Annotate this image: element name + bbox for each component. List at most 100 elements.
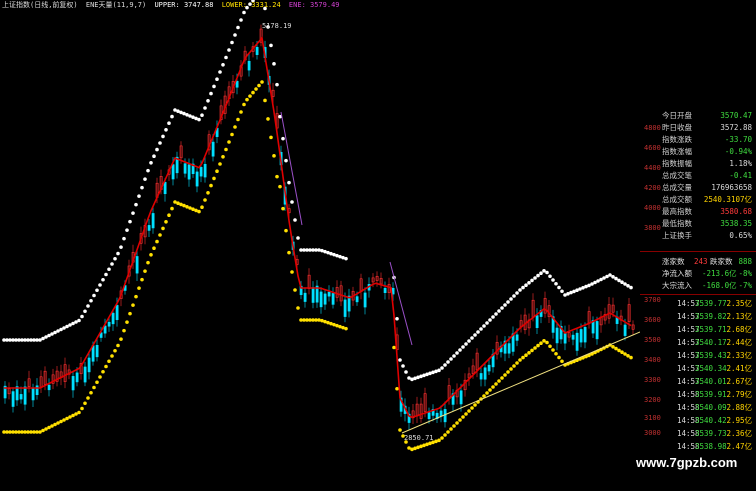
upper-band-dot <box>212 84 216 89</box>
candle <box>235 80 239 88</box>
lower-band-dot <box>551 348 555 352</box>
upper-band-dot <box>95 288 99 293</box>
upper-band-dot <box>608 273 612 277</box>
breadth-row: 涨家数 243 跌家数 888 <box>640 256 756 268</box>
upper-band-dot <box>446 360 450 364</box>
quote-label: 最低指数 <box>662 219 692 228</box>
lower-band-dot <box>116 343 120 348</box>
lower-band-dot <box>452 424 456 428</box>
upper-band-dot <box>77 318 81 323</box>
kline-svg[interactable]: 5178.19 2850.71 <box>0 0 641 487</box>
quote-label: 今日开盘 <box>662 111 692 120</box>
upper-band-dot <box>617 278 621 283</box>
lower-band-dot <box>149 253 153 257</box>
candle <box>507 343 511 354</box>
lower-band-dot <box>239 110 243 114</box>
lower-band-dot <box>281 206 285 211</box>
upper-band-dot <box>443 363 447 367</box>
quote-row: 指数涨跌 -33.70 <box>640 134 756 146</box>
netflow-pct: -8% <box>738 269 752 278</box>
bigflow-pct: -7% <box>738 281 752 290</box>
lower-band-dot <box>77 410 81 415</box>
upper-band-dot <box>554 281 558 286</box>
tick-row[interactable]: 14:57 3540.34 2.41亿 <box>640 362 756 375</box>
upper-band-dot <box>296 236 300 240</box>
lower-band-dot <box>245 97 249 102</box>
upper-band-dot <box>539 271 543 276</box>
upper-band-dot <box>503 303 507 307</box>
quote-value: 3538.35 <box>720 219 752 228</box>
candle <box>443 409 447 423</box>
tick-row[interactable]: 14:57 3539.43 2.33亿 <box>640 349 756 362</box>
lower-band-dot <box>437 438 441 443</box>
upper-band-dot <box>611 275 615 279</box>
upper-band-dot <box>146 168 150 173</box>
tick-row[interactable]: 14:58 3540.09 2.88亿 <box>640 401 756 414</box>
lower-band-dot <box>137 286 141 290</box>
kline-chart[interactable]: 5178.19 2850.71 <box>0 0 641 487</box>
lower-band-dot <box>224 147 228 152</box>
tick-price: 3539.91 <box>695 390 727 399</box>
upper-band-dot <box>137 194 141 198</box>
tick-price: 3539.82 <box>695 312 727 321</box>
candle <box>183 163 187 174</box>
lower-band-dot <box>83 401 87 406</box>
upper-band-dot <box>344 256 348 261</box>
lower-band-dot <box>134 294 138 299</box>
quote-label: 指数振幅 <box>662 159 692 168</box>
quote-row: 最高指数 3580.68 <box>640 206 756 218</box>
lower-band-dot <box>614 346 618 351</box>
candle <box>19 394 23 400</box>
watermark: www.7gpzb.com <box>636 455 738 470</box>
tick-row[interactable]: 14:58 3538.98 2.47亿 <box>640 440 756 453</box>
upper-band-dot <box>284 158 288 163</box>
upper-band-dot <box>473 333 477 337</box>
quote-label: 指数涨跌 <box>662 135 692 144</box>
candle <box>95 345 99 358</box>
lower-band-dot <box>461 415 465 419</box>
candle <box>483 367 487 380</box>
upper-band-dot <box>560 289 564 294</box>
tick-row[interactable]: 14:57 3539.71 2.68亿 <box>640 323 756 336</box>
tick-row[interactable]: 14:58 3540.42 2.95亿 <box>640 414 756 427</box>
candle <box>459 390 463 405</box>
upper-band-dot <box>440 366 444 370</box>
tick-price: 3539.77 <box>695 299 727 308</box>
upper-band-dot <box>464 342 468 346</box>
lower-band-dot <box>122 328 126 333</box>
lower-value: LOWER: 3331.24 <box>221 1 281 9</box>
candle <box>515 334 519 341</box>
quote-value: 0.65% <box>729 231 752 240</box>
tick-row[interactable]: 14:57 3539.77 2.35亿 <box>640 297 756 310</box>
upper-band-dot <box>269 43 273 48</box>
upper-band-dot <box>140 185 144 190</box>
lower-band-dot <box>278 184 282 189</box>
tick-row[interactable]: 14:58 3539.91 2.79亿 <box>640 388 756 401</box>
upper-band-dot <box>236 25 240 30</box>
lower-band-dot <box>290 270 294 274</box>
lower-band-dot <box>110 354 114 358</box>
lower-band-dot <box>494 382 498 386</box>
upper-band-dot <box>287 180 291 185</box>
upper-band-dot <box>119 245 123 249</box>
lower-band-dot <box>98 375 102 379</box>
upper-band-dot <box>557 285 561 290</box>
tick-row[interactable]: 14:57 3540.01 2.67亿 <box>640 375 756 388</box>
mid-band <box>4 36 632 419</box>
quote-label: 上证换手 <box>662 231 692 240</box>
candle <box>23 386 27 405</box>
upper-band-dot <box>626 284 630 288</box>
lower-band-dot <box>485 391 489 395</box>
tick-row[interactable]: 14:57 3540.17 2.44亿 <box>640 336 756 349</box>
tick-row[interactable]: 14:57 3539.82 2.13亿 <box>640 310 756 323</box>
quote-row: 最低指数 3538.35 <box>640 218 756 230</box>
tick-price: 3540.01 <box>695 377 727 386</box>
tick-volume: 2.79亿 <box>726 390 752 399</box>
upper-band-dot <box>116 251 120 256</box>
upper-band-dot <box>614 276 618 281</box>
high-label: 5178.19 <box>262 22 292 30</box>
upper-band-dot <box>104 272 108 277</box>
lower-band-dot <box>515 361 519 365</box>
tick-row[interactable]: 14:58 3539.73 2.36亿 <box>640 427 756 440</box>
lower-band-dot <box>284 228 288 233</box>
